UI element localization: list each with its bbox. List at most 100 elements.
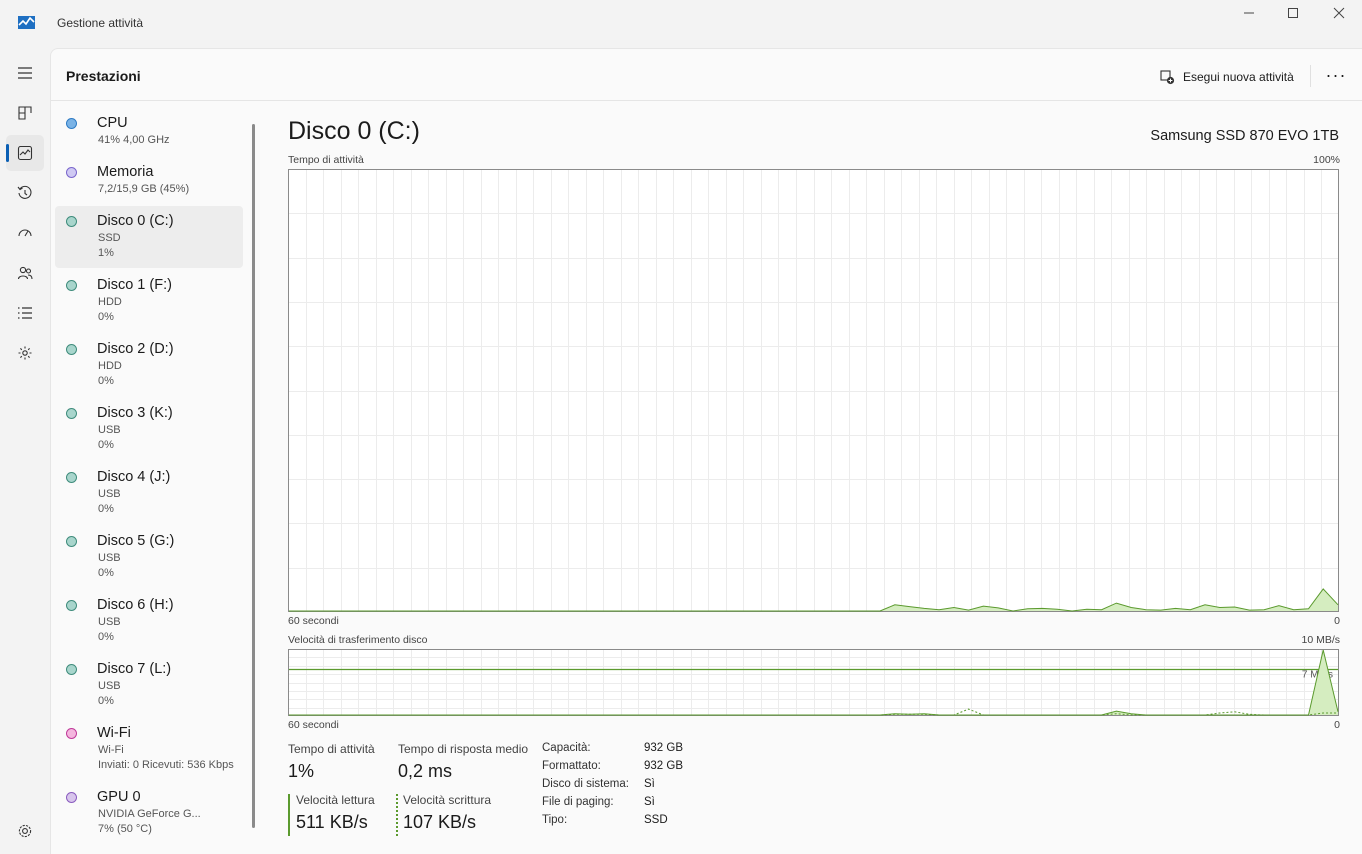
device-detail-line: 7% (50 °C): [98, 823, 152, 835]
window-title: Gestione attività: [57, 16, 144, 30]
response-time-label: Tempo di risposta medio: [398, 742, 529, 756]
nav-startup[interactable]: [6, 215, 44, 251]
property-key: Formattato:: [542, 760, 601, 772]
write-speed-value: 107 KB/s: [403, 812, 477, 832]
title-bar: Gestione attività: [0, 0, 1362, 48]
history-icon: [17, 185, 32, 199]
activity-graph-x-right: 0: [1334, 615, 1340, 627]
navigation-rail: [0, 48, 50, 853]
close-button[interactable]: [1316, 0, 1362, 26]
active-time-value: 1%: [288, 761, 315, 781]
device-item-disco-1-f[interactable]: Disco 1 (F:) HDD 0%: [55, 270, 243, 332]
property-key: Tipo:: [542, 814, 568, 826]
device-detail-line: Inviati: 0 Ricevuti: 536 Kbps: [98, 759, 234, 771]
property-value: Sì: [644, 796, 655, 808]
minimize-button[interactable]: [1226, 0, 1272, 26]
more-options-button[interactable]: ···: [1322, 63, 1350, 87]
write-speed-label: Velocità scrittura: [403, 793, 492, 807]
run-new-task-button[interactable]: Esegui nuova attività: [1160, 66, 1294, 88]
page-header: Prestazioni Esegui nuova attività ···: [51, 49, 1362, 101]
device-name: Disco 4 (J:): [97, 469, 171, 485]
device-detail-line: 0%: [98, 631, 114, 643]
users-icon: [17, 266, 33, 280]
task-manager-logo-icon: [18, 16, 35, 29]
hamburger-menu-button[interactable]: [6, 55, 44, 91]
read-legend-line: [288, 794, 290, 836]
device-color-dot: [66, 728, 77, 739]
device-item-disco-7-l[interactable]: Disco 7 (L:) USB 0%: [55, 654, 243, 716]
device-item-disco-5-g[interactable]: Disco 5 (G:) USB 0%: [55, 526, 243, 588]
device-item-disco-3-k[interactable]: Disco 3 (K:) USB 0%: [55, 398, 243, 460]
device-detail-line: USB: [98, 552, 121, 564]
transfer-graph-label: Velocità di trasferimento disco: [288, 634, 428, 646]
run-task-label: Esegui nuova attività: [1183, 70, 1294, 84]
device-color-dot: [66, 344, 77, 355]
minimize-icon: [1244, 12, 1254, 14]
device-item-memoria[interactable]: Memoria 7,2/15,9 GB (45%): [55, 157, 243, 204]
device-name: Disco 0 (C:): [97, 213, 174, 229]
device-item-disco-4-j[interactable]: Disco 4 (J:) USB 0%: [55, 462, 243, 524]
device-detail-line: SSD: [98, 232, 121, 244]
device-name: Disco 2 (D:): [97, 341, 174, 357]
device-detail-line: USB: [98, 616, 121, 628]
device-name: Disco 6 (H:): [97, 597, 174, 613]
nav-performance[interactable]: [6, 135, 44, 171]
nav-details[interactable]: [6, 295, 44, 331]
device-item-disco-2-d[interactable]: Disco 2 (D:) HDD 0%: [55, 334, 243, 396]
transfer-graph-x-left: 60 secondi: [288, 719, 339, 731]
nav-services[interactable]: [6, 335, 44, 371]
activity-graph-label: Tempo di attività: [288, 154, 364, 166]
property-value: SSD: [644, 814, 668, 826]
more-options-icon: ···: [1325, 64, 1347, 85]
active-indicator: [6, 144, 9, 162]
device-detail-line: HDD: [98, 296, 122, 308]
device-item-disco-6-h[interactable]: Disco 6 (H:) USB 0%: [55, 590, 243, 652]
page-title: Prestazioni: [66, 68, 141, 84]
device-list-scrollbar[interactable]: [252, 124, 255, 828]
device-color-dot: [66, 600, 77, 611]
device-detail-line: 7,2/15,9 GB (45%): [98, 183, 190, 195]
device-detail-line: 0%: [98, 695, 114, 707]
device-color-dot: [66, 167, 77, 178]
nav-app-history[interactable]: [6, 175, 44, 211]
device-detail-line: USB: [98, 680, 121, 692]
device-color-dot: [66, 664, 77, 675]
startup-icon: [18, 229, 32, 237]
close-icon: [1333, 7, 1345, 19]
hamburger-icon: [18, 67, 32, 79]
property-value: 932 GB: [644, 760, 683, 772]
device-color-dot: [66, 280, 77, 291]
device-detail-line: 41% 4,00 GHz: [98, 134, 170, 146]
property-value: Sì: [644, 778, 655, 790]
device-item-wi-fi[interactable]: Wi-Fi Wi-Fi Inviati: 0 Ricevuti: 536 Kbps: [55, 718, 243, 780]
device-name: Disco 5 (G:): [97, 533, 175, 549]
maximize-button[interactable]: [1270, 0, 1316, 26]
device-detail-line: 0%: [98, 567, 114, 579]
device-list: CPU 41% 4,00 GHz Memoria 7,2/15,9 GB (45%) D…: [55, 108, 247, 854]
disk-detail-panel: Disco 0 (C:) Samsung SSD 870 EVO 1TB Tem…: [261, 100, 1362, 854]
property-key: Disco di sistema:: [542, 778, 629, 790]
performance-icon: [17, 145, 33, 161]
device-detail-line: 0%: [98, 503, 114, 515]
nav-users[interactable]: [6, 255, 44, 291]
device-color-dot: [66, 408, 77, 419]
property-value: 932 GB: [644, 742, 683, 754]
device-detail-line: HDD: [98, 360, 122, 372]
device-color-dot: [66, 472, 77, 483]
services-icon: [18, 346, 32, 360]
transfer-graph-x-right: 0: [1334, 719, 1340, 731]
read-speed-label: Velocità lettura: [296, 793, 375, 807]
device-color-dot: [66, 118, 77, 129]
device-item-cpu[interactable]: CPU 41% 4,00 GHz: [55, 108, 243, 155]
device-item-disco-0-c[interactable]: Disco 0 (C:) SSD 1%: [55, 206, 243, 268]
transfer-graph: 7 MB/s: [288, 649, 1339, 716]
device-detail-line: Wi-Fi: [98, 744, 124, 756]
device-item-gpu-0[interactable]: GPU 0 NVIDIA GeForce G... 7% (50 °C): [55, 782, 243, 844]
settings-icon: [18, 824, 32, 838]
nav-settings[interactable]: [6, 813, 44, 849]
nav-processes[interactable]: [6, 95, 44, 131]
device-detail-line: USB: [98, 424, 121, 436]
device-name: CPU: [97, 115, 128, 131]
device-name: Memoria: [97, 164, 154, 180]
device-detail-line: 0%: [98, 439, 114, 451]
